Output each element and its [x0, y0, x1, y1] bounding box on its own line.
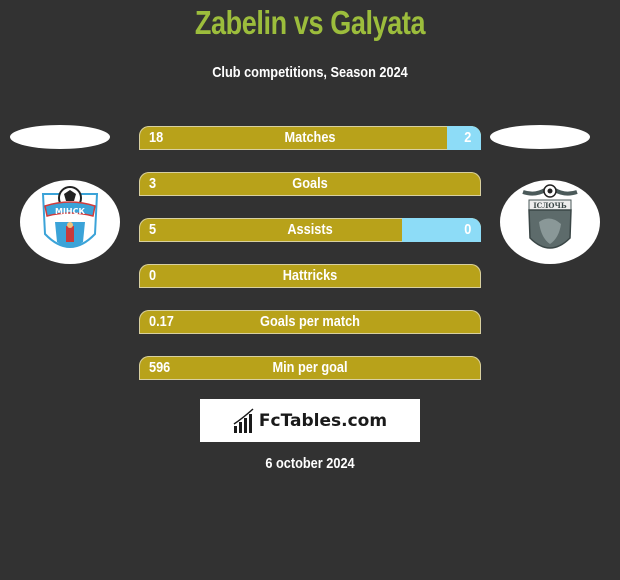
stat-label: Goals [292, 175, 328, 192]
isloch-logo-text: ІСЛОЧЬ [533, 201, 567, 210]
right-value: 0 [463, 221, 471, 238]
page-title: Zabelin vs Galyata [194, 4, 426, 41]
stat-row: 0 Hattricks [139, 264, 481, 288]
left-value: 5 [149, 221, 157, 238]
stat-row: 596 Min per goal [139, 356, 481, 380]
competition-subtitle: Club competitions, Season 2024 [212, 64, 408, 81]
stat-label: Hattricks [282, 267, 338, 284]
right-value: 2 [463, 129, 471, 146]
stat-row: 18 Matches 2 [139, 126, 481, 150]
minsk-logo-text: МІНСК [55, 207, 86, 216]
right-club-logo[interactable]: ІСЛОЧЬ [500, 180, 600, 264]
left-player-placeholder [10, 125, 110, 149]
right-player-placeholder [490, 125, 590, 149]
fc-isloch-crest-icon: ІСЛОЧЬ [522, 184, 578, 249]
left-club-logo[interactable]: МІНСК [20, 180, 120, 264]
match-date: 6 october 2024 [265, 455, 355, 472]
fc-minsk-crest-icon: МІНСК [41, 186, 99, 248]
stat-label: Goals per match [260, 313, 360, 330]
left-value: 18 [149, 129, 164, 146]
bar-chart-icon [233, 407, 254, 433]
left-value: 0 [149, 267, 157, 284]
stat-row: 5 Assists 0 [139, 218, 481, 242]
stat-row: 3 Goals [139, 172, 481, 196]
stat-label: Min per goal [272, 359, 348, 376]
fctables-brand-banner[interactable]: FcTables.com [200, 399, 420, 442]
left-value: 3 [149, 175, 157, 192]
brand-name: FcTables.com [258, 410, 388, 431]
stat-label: Matches [284, 129, 336, 146]
stat-row: 0.17 Goals per match [139, 310, 481, 334]
stat-label: Assists [287, 221, 333, 238]
